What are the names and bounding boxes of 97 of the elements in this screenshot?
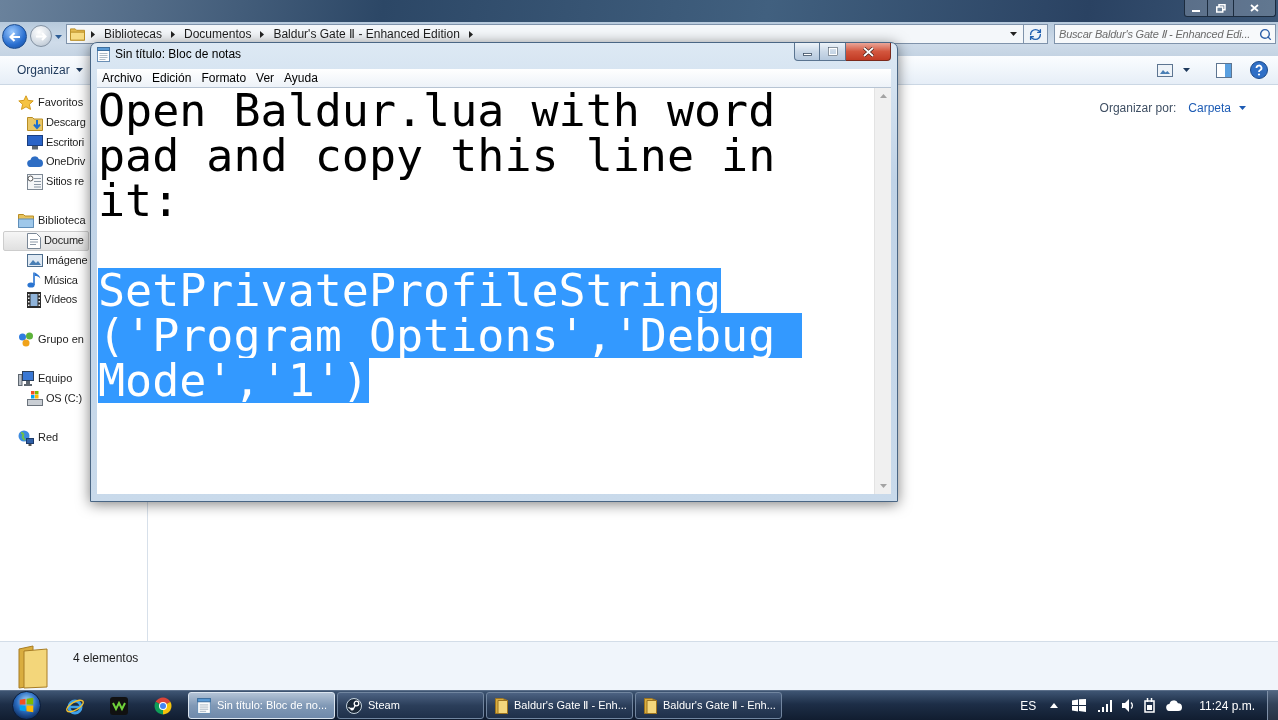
folder-icon: [18, 213, 34, 228]
item-count-text: 4 elementos: [73, 651, 139, 665]
folder-icon: [18, 645, 48, 689]
chevron-right-icon[interactable]: [91, 30, 95, 38]
search-icon[interactable]: [1259, 27, 1272, 41]
address-field[interactable]: Bibliotecas Documentos Baldur's Gate Ⅱ - Enhanced Edition: [66, 24, 1024, 44]
recent-pages-caret-icon[interactable]: [55, 35, 62, 39]
preview-pane-icon[interactable]: [1216, 62, 1232, 78]
drive-icon: [27, 390, 43, 407]
selected-text: SetPrivateProfileString ('Program Options','Debug Mode','1'): [98, 268, 803, 403]
cloud-icon: [27, 156, 43, 168]
menu-item[interactable]: Archivo: [97, 70, 147, 86]
nav-item[interactable]: Grupo en: [3, 329, 89, 349]
nav-item[interactable]: Escritori: [3, 132, 89, 153]
caret-down-icon: [75, 68, 83, 72]
refresh-icon: [1029, 27, 1042, 41]
star-icon: [18, 94, 34, 111]
minimize-icon: [1192, 10, 1200, 12]
nav-item[interactable]: Música: [3, 270, 89, 290]
film-icon: [27, 291, 41, 308]
picture-icon: [27, 253, 43, 267]
windows-flag-icon[interactable]: [1072, 699, 1087, 712]
nav-item[interactable]: Red: [3, 427, 89, 448]
nav-item[interactable]: Equipo: [3, 368, 89, 389]
nav-item[interactable]: Biblioteca: [3, 211, 89, 231]
steam-icon: [346, 697, 362, 714]
nav-item[interactable]: OS (C:): [3, 388, 89, 408]
cloud-icon[interactable]: [1166, 700, 1183, 711]
text-paragraph: Open Baldur.lua with word pad and copy this line in it:: [98, 88, 776, 223]
help-icon[interactable]: [1250, 61, 1268, 79]
refresh-button[interactable]: [1024, 24, 1048, 44]
arrow-right-icon: [35, 31, 47, 41]
minimize-button[interactable]: [1184, 0, 1208, 17]
signal-bars-icon[interactable]: [1098, 699, 1113, 712]
close-icon: [1250, 4, 1259, 12]
menu-item[interactable]: Edición: [147, 70, 197, 86]
restore-icon: [1215, 3, 1226, 13]
language-indicator[interactable]: ES: [1020, 698, 1037, 713]
folder-arrow-icon: [27, 114, 43, 131]
chrome-icon[interactable]: [154, 696, 172, 715]
clock-text[interactable]: 11:24 p.m.: [1199, 698, 1255, 713]
close-button[interactable]: [846, 43, 891, 61]
folder-icon: [644, 697, 657, 714]
power-plug-icon[interactable]: [1144, 698, 1157, 713]
nav-item[interactable]: Descarg: [3, 112, 89, 133]
picture-icon: [1157, 63, 1173, 77]
search-field[interactable]: Buscar Baldur's Gate Ⅱ - Enhanced Edi...: [1054, 24, 1276, 44]
folder-icon: [495, 697, 508, 714]
maximize-icon: [827, 47, 838, 56]
spheres-icon: [18, 331, 34, 348]
document-icon: [27, 232, 41, 249]
monitor-icon: [27, 134, 43, 151]
taskbar-button[interactable]: Baldur's Gate Ⅱ - Enh...: [486, 692, 633, 719]
caret-up-icon[interactable]: [1050, 703, 1059, 708]
caret-down-icon: [1239, 106, 1246, 110]
caret-down-icon: [1183, 68, 1190, 72]
chevron-right-icon[interactable]: [171, 30, 176, 38]
app-icon[interactable]: [110, 696, 128, 715]
restore-button[interactable]: [1208, 0, 1234, 17]
address-history-caret-icon[interactable]: [1010, 32, 1017, 36]
start-orb-icon[interactable]: [11, 691, 41, 720]
folder-icon: [70, 27, 85, 41]
nav-item[interactable]: Docume: [3, 230, 89, 251]
nav-item[interactable]: Sitios re: [3, 171, 89, 192]
arrange-by-label: Organizar por:: [1099, 101, 1177, 115]
nav-item[interactable]: Imágene: [3, 250, 89, 271]
forward-button[interactable]: [30, 25, 52, 47]
breadcrumb-link[interactable]: Documentos: [181, 27, 255, 41]
window-title: Sin título: Bloc de notas: [115, 47, 242, 62]
nav-item[interactable]: Favoritos: [3, 93, 89, 113]
arrow-left-icon: [8, 31, 21, 42]
taskbar-button[interactable]: Baldur's Gate Ⅱ - Enh...: [635, 692, 782, 719]
show-desktop-button[interactable]: [1267, 691, 1278, 720]
close-icon: [862, 46, 874, 57]
speaker-icon[interactable]: [1122, 699, 1135, 712]
organize-button[interactable]: Organizar: [12, 59, 88, 81]
text-editor[interactable]: Open Baldur.lua with word pad and copy this line in it: SetPrivateProfileString ('Program Options','Debug Mode','1'): [97, 88, 891, 494]
globe-monitor-icon: [18, 429, 34, 446]
breadcrumb-link[interactable]: Bibliotecas: [101, 27, 166, 41]
maximize-button[interactable]: [820, 43, 846, 61]
clock-window-icon: [27, 173, 43, 190]
taskbar-button[interactable]: Steam: [337, 692, 484, 719]
nav-item[interactable]: Vídeos: [3, 289, 89, 310]
breadcrumb-link[interactable]: Baldur's Gate Ⅱ - Enhanced Edition: [270, 27, 463, 41]
close-button[interactable]: [1234, 0, 1276, 17]
chevron-right-icon[interactable]: [260, 30, 265, 38]
computer-icon: [18, 370, 34, 386]
notepad-icon: [97, 47, 110, 62]
menu-item[interactable]: Ayuda: [279, 70, 323, 86]
notepad-icon: [197, 697, 211, 714]
back-button[interactable]: [2, 24, 27, 49]
nav-item[interactable]: OneDriv: [3, 152, 89, 172]
arrange-by-dropdown[interactable]: Carpeta: [1188, 101, 1246, 115]
music-note-icon: [27, 272, 41, 289]
menu-item[interactable]: Ver: [251, 70, 280, 86]
chevron-right-icon[interactable]: [468, 30, 473, 38]
menu-item[interactable]: Formato: [196, 70, 252, 86]
